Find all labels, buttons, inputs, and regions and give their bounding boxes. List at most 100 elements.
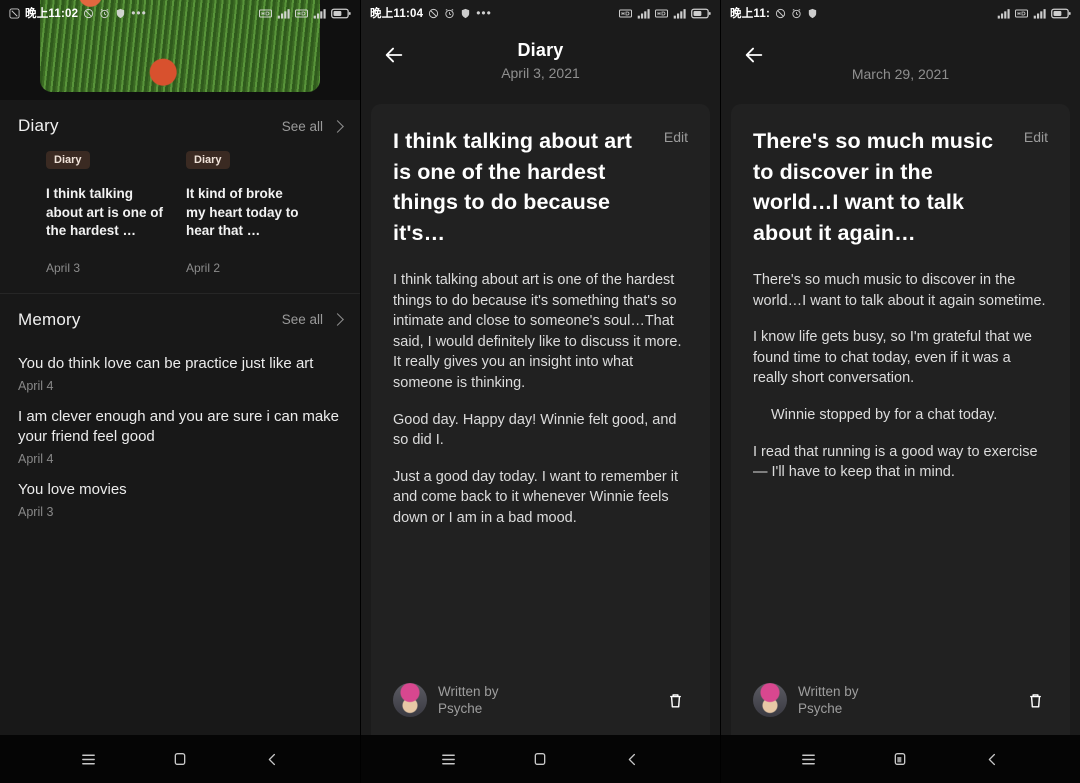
entry-header: There's so much music to discover in the… [731, 104, 1070, 248]
entry-paragraph: Good day. Happy day! Winnie felt good, a… [393, 411, 677, 449]
more-icon: ••• [476, 6, 492, 20]
author-label: Written by [438, 683, 499, 699]
edit-button[interactable]: Edit [1012, 129, 1048, 145]
app-bar-title-group: Diary April 3, 2021 [361, 40, 720, 81]
diary-cards-list: Diary I think talking about art is one o… [18, 146, 342, 289]
status-bar-right [259, 8, 351, 19]
android-navigation-bar [721, 735, 1080, 783]
entry-headline: There's so much music to discover in the… [753, 129, 994, 245]
signal2-icon [673, 8, 686, 19]
author-name: Psyche [438, 701, 483, 716]
memory-see-all-label: See all [281, 312, 323, 328]
entry-paragraph: There's so much music to discover in the… [753, 272, 1046, 309]
signal2-icon [1033, 8, 1046, 19]
shield-icon [115, 8, 126, 19]
memory-date: April 3 [18, 504, 54, 519]
delete-button[interactable] [1022, 687, 1048, 713]
menu-icon[interactable] [792, 742, 826, 776]
list-item[interactable]: You love movies April 3 [18, 466, 342, 519]
diary-card-text: I think talking about art is one of the … [46, 186, 164, 239]
dnd-icon [9, 7, 20, 19]
back-icon[interactable] [255, 742, 289, 776]
status-time: 晚上11:04 [370, 8, 424, 20]
diary-section-header: Diary See all [18, 100, 344, 146]
trash-icon [669, 693, 681, 708]
chevron-right-icon [331, 313, 344, 327]
battery-icon [331, 8, 351, 19]
hd2-icon [655, 9, 668, 18]
entry-paragraph: I think talking about art is one of the … [393, 272, 682, 391]
home-icon[interactable] [883, 742, 917, 776]
entry-paragraph: Just a good day today. I want to remembe… [393, 468, 679, 526]
alarm-icon [791, 8, 802, 19]
android-navigation-bar [361, 735, 720, 783]
trash-icon [1029, 693, 1041, 708]
diary-card[interactable]: Diary It kind of broke my heart today to… [186, 150, 306, 275]
diary-see-all-button[interactable]: See all [281, 118, 344, 134]
hd-icon [259, 9, 272, 18]
author-label: Written by [798, 683, 859, 699]
menu-icon[interactable] [432, 742, 466, 776]
author-name: Psyche [798, 701, 843, 716]
author-block: Written by Psyche [798, 683, 859, 718]
status-bar: 晚上11:04 ••• [361, 0, 720, 26]
diary-card-text: It kind of broke my heart today to hear … [186, 186, 299, 239]
diary-entry-march29-panel: 晚上11: March 29, 2021 There's so much mus… [720, 0, 1080, 783]
mute-icon [775, 8, 786, 19]
diary-see-all-label: See all [281, 118, 323, 134]
entry-headline: I think talking about art is one of the … [393, 129, 633, 245]
avatar [393, 683, 427, 717]
signal-icon [997, 8, 1010, 19]
memory-text: You love movies [18, 480, 127, 498]
hd-icon [619, 9, 632, 18]
menu-icon[interactable] [71, 742, 105, 776]
list-item[interactable]: I am clever enough and you are sure i ca… [18, 393, 342, 466]
alarm-icon [99, 8, 110, 19]
alarm-icon [444, 8, 455, 19]
more-icon: ••• [131, 6, 147, 20]
status-bar-left: 晚上11:02 ••• [9, 5, 147, 21]
back-button[interactable] [739, 40, 769, 70]
status-bar: 晚上11: [721, 0, 1080, 26]
hd2-icon [295, 9, 308, 18]
home-icon[interactable] [163, 742, 197, 776]
home-icon[interactable] [523, 742, 557, 776]
entry-date: March 29, 2021 [851, 66, 950, 82]
arrow-left-icon [745, 47, 763, 63]
memory-section-header: Memory See all [18, 294, 344, 340]
entry-paragraph: I read that running is a good way to exe… [753, 443, 1038, 481]
battery-icon [691, 8, 711, 19]
back-icon[interactable] [615, 742, 649, 776]
entry-header: I think talking about art is one of the … [371, 104, 710, 248]
status-time: 晚上11: [730, 8, 770, 20]
memory-text: You do think love can be practice just l… [18, 354, 314, 372]
memory-date: April 4 [18, 378, 54, 393]
memory-section: Memory See all You do think love can be … [0, 294, 360, 519]
page-title: Diary [517, 40, 564, 60]
diary-card[interactable]: Diary I think talking about art is one o… [46, 150, 166, 275]
hd-icon [1015, 9, 1028, 18]
author-block: Written by Psyche [438, 683, 499, 718]
memory-date: April 4 [18, 451, 54, 466]
diary-card-date: April 3 [46, 260, 81, 275]
delete-button[interactable] [662, 687, 688, 713]
entry-footer: Written by Psyche [371, 673, 710, 735]
entry-date: April 3, 2021 [501, 65, 580, 81]
diary-section-title: Diary [18, 116, 59, 135]
entry-paragraph: I know life gets busy, so I'm grateful t… [753, 329, 1032, 387]
signal-icon [637, 8, 650, 19]
shield-icon [807, 8, 818, 19]
back-button[interactable] [379, 40, 409, 70]
back-icon[interactable] [975, 742, 1009, 776]
entry-body: There's so much music to discover in the… [731, 248, 1070, 673]
app-bar-title-group: March 29, 2021 [721, 40, 1080, 82]
memory-see-all-button[interactable]: See all [281, 312, 344, 328]
list-item[interactable]: You do think love can be practice just l… [18, 340, 342, 393]
diary-entry-april3-panel: 晚上11:04 ••• Diary April 3, 2021 I think … [360, 0, 720, 783]
edit-button[interactable]: Edit [652, 129, 688, 145]
status-bar: 晚上11:02 ••• [0, 0, 360, 26]
memory-section-title: Memory [18, 309, 81, 329]
avatar [753, 683, 787, 717]
diary-card-date: April 2 [186, 260, 221, 275]
